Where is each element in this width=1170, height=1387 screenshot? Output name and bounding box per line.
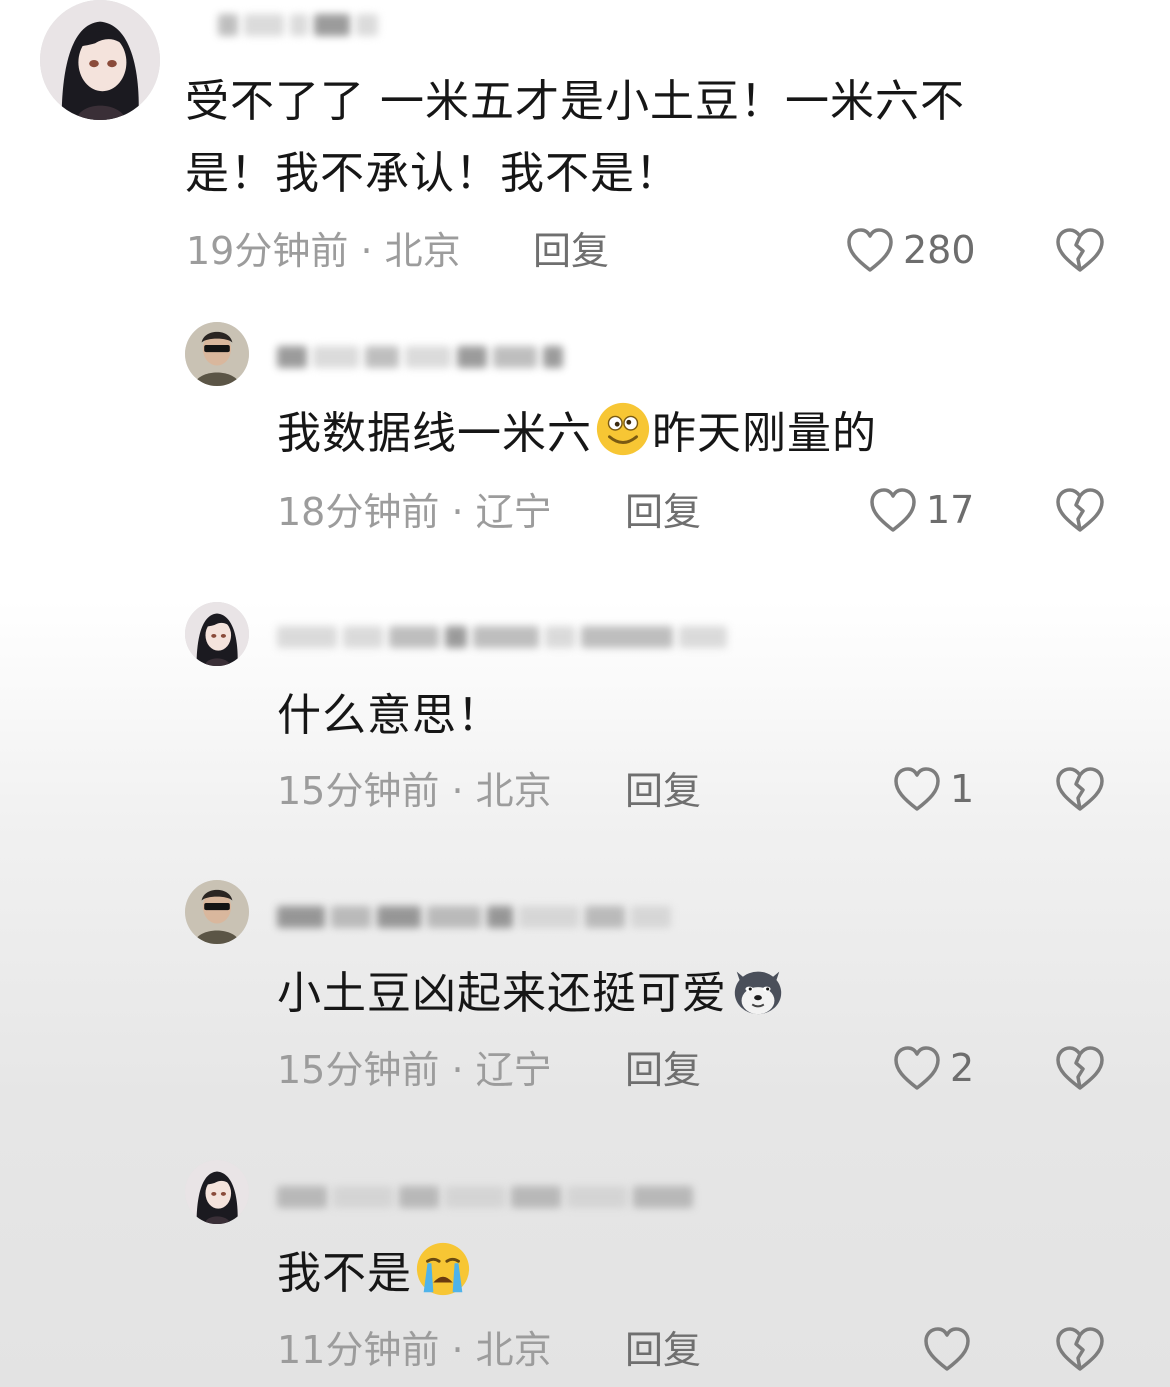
- like-button[interactable]: [922, 1322, 980, 1376]
- comment-time: 19分钟前: [186, 229, 349, 273]
- comment-location: 辽宁: [475, 490, 552, 534]
- like-button[interactable]: 17: [868, 483, 974, 537]
- broken-heart-icon: [1056, 767, 1104, 811]
- avatar[interactable]: [40, 0, 160, 120]
- meta-separator: ·: [439, 1328, 476, 1372]
- comment-text: 什么意思！: [277, 690, 502, 741]
- avatar[interactable]: [185, 880, 249, 944]
- anime-girl-avatar-image: [185, 1160, 249, 1224]
- like-count: 2: [950, 1046, 975, 1090]
- comment-text-before-emoji: 小土豆凶起来还挺可爱: [277, 968, 727, 1019]
- man-sunglasses-avatar-image: [185, 322, 249, 386]
- comment-time: 15分钟前: [277, 1048, 440, 1092]
- comment-time: 11分钟前: [277, 1328, 440, 1372]
- broken-heart-icon: [1056, 228, 1104, 272]
- comment-meta: 19分钟前 · 北京: [186, 226, 461, 276]
- comment-time: 18分钟前: [277, 490, 440, 534]
- comment-location: 辽宁: [475, 1048, 552, 1092]
- like-button[interactable]: 2: [892, 1041, 974, 1095]
- comment-text-before-emoji: 我数据线一米六: [277, 408, 592, 459]
- anime-girl-avatar-image: [185, 602, 249, 666]
- comment-time: 15分钟前: [277, 769, 440, 813]
- comment-location: 北京: [475, 1328, 552, 1372]
- dislike-button[interactable]: [1054, 485, 1106, 535]
- avatar[interactable]: [185, 602, 249, 666]
- heart-outline-icon: [847, 228, 893, 272]
- husky-emoji: [734, 971, 782, 1015]
- comment-text-before-emoji: 我不是: [277, 1248, 412, 1299]
- reply-button[interactable]: 回复: [625, 766, 701, 816]
- comment-text-line: 是！我不承认！我不是！: [185, 148, 680, 199]
- username-blurred[interactable]: [218, 8, 378, 42]
- crying-emoji: [416, 1242, 470, 1296]
- avatar[interactable]: [185, 1160, 249, 1224]
- comment-meta: 15分钟前 · 辽宁: [277, 1045, 552, 1095]
- like-count: 17: [926, 488, 975, 532]
- comment-text: 我数据线一米六 昨天刚量的: [277, 398, 877, 470]
- meta-separator: ·: [439, 490, 476, 534]
- comment-location: 北京: [475, 769, 552, 813]
- reply-button[interactable]: 回复: [625, 487, 701, 537]
- like-count: 280: [903, 228, 976, 272]
- dislike-button[interactable]: [1054, 1324, 1106, 1374]
- comment-text: 受不了了 一米五才是小土豆！一米六不 是！我不承认！我不是！: [185, 66, 965, 210]
- reply-button[interactable]: 回复: [625, 1325, 701, 1375]
- heart-outline-icon: [894, 767, 940, 811]
- username-blurred[interactable]: [277, 620, 727, 654]
- comment-location: 北京: [384, 229, 461, 273]
- man-sunglasses-avatar-image: [185, 880, 249, 944]
- heart-outline-icon: [894, 1046, 940, 1090]
- comment-meta: 18分钟前 · 辽宁: [277, 487, 552, 537]
- comment-text-line: 受不了了 一米五才是小土豆！一米六不: [185, 76, 965, 127]
- dislike-button[interactable]: [1054, 764, 1106, 814]
- avatar[interactable]: [185, 322, 249, 386]
- anime-girl-avatar-image: [40, 0, 160, 120]
- reply-button[interactable]: 回复: [625, 1045, 701, 1095]
- comment-text-after-emoji: 昨天刚量的: [652, 408, 877, 459]
- broken-heart-icon: [1056, 1046, 1104, 1090]
- heart-outline-icon: [924, 1327, 970, 1371]
- comment-meta: 15分钟前 · 北京: [277, 766, 552, 816]
- like-count: 1: [950, 767, 975, 811]
- comment-meta: 11分钟前 · 北京: [277, 1325, 552, 1375]
- dislike-button[interactable]: [1054, 1043, 1106, 1093]
- comment-text: 小土豆凶起来还挺可爱: [277, 958, 787, 1030]
- username-blurred[interactable]: [277, 340, 563, 374]
- dizzy-smile-emoji: [596, 402, 650, 456]
- username-blurred[interactable]: [277, 1180, 693, 1214]
- meta-separator: ·: [439, 1048, 476, 1092]
- meta-separator: ·: [348, 229, 385, 273]
- username-blurred[interactable]: [277, 900, 671, 934]
- comment-text: 我不是: [277, 1238, 472, 1310]
- heart-outline-icon: [870, 488, 916, 532]
- dislike-button[interactable]: [1054, 225, 1106, 275]
- like-button[interactable]: 280: [845, 223, 976, 277]
- broken-heart-icon: [1056, 488, 1104, 532]
- like-button[interactable]: 1: [892, 762, 974, 816]
- reply-button[interactable]: 回复: [533, 226, 609, 276]
- meta-separator: ·: [439, 769, 476, 813]
- broken-heart-icon: [1056, 1327, 1104, 1371]
